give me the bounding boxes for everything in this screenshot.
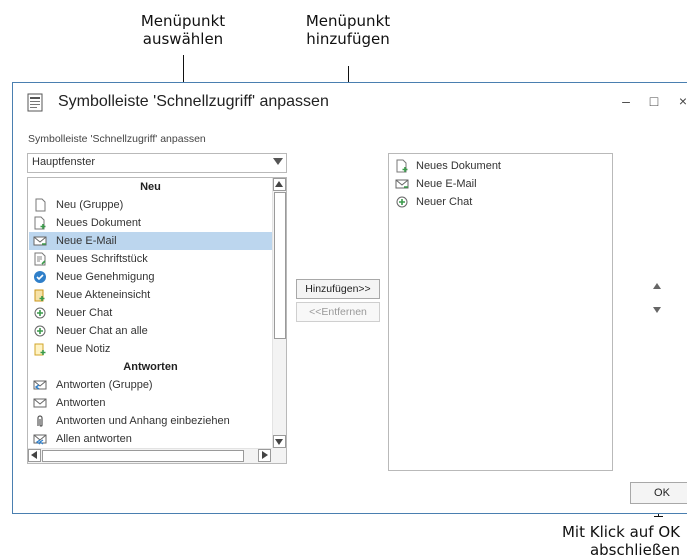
list-item-selected[interactable]: Neue E-Mail (29, 232, 272, 250)
chevron-down-icon[interactable] (273, 158, 283, 165)
list-item-label: Neues Dokument (416, 160, 501, 172)
list-item-label: Allen antworten (56, 433, 132, 445)
chat-icon (34, 325, 46, 337)
add-button[interactable]: Hinzufügen>> (296, 279, 380, 299)
list-item[interactable]: Antworten (29, 394, 272, 412)
list-item-label: Neuer Chat an alle (56, 325, 148, 337)
callout-ok-line1: Mit Klick auf OK (561, 523, 680, 541)
window-select-value: Hauptfenster (32, 156, 95, 168)
scroll-thumb-horizontal[interactable] (42, 450, 244, 462)
group-header-new: Neu (140, 181, 161, 193)
scroll-left-button[interactable] (28, 449, 41, 462)
callout-ok: Mit Klick auf OK abschließen (520, 523, 680, 559)
group-header-reply: Antworten (123, 361, 178, 373)
remove-button[interactable]: <<Entfernen (296, 302, 380, 322)
scrollbar-corner (272, 448, 286, 463)
list-item[interactable]: Neu (Gruppe) (29, 196, 272, 214)
email-icon (395, 179, 409, 189)
close-button[interactable]: × (673, 91, 687, 111)
window-select[interactable]: Hauptfenster (27, 153, 287, 173)
scroll-down-button[interactable] (273, 435, 286, 448)
list-item-label: Neu (Gruppe) (56, 199, 124, 211)
list-item[interactable]: Neues Schriftstück (29, 250, 272, 268)
chat-icon (34, 307, 46, 319)
triangle-left-icon (31, 451, 37, 459)
ok-button[interactable]: OK (630, 482, 687, 504)
callout-select: Menüpunkt auswählen (118, 12, 248, 48)
dialog-title: Symbolleiste 'Schnellzugriff' anpassen (58, 93, 329, 110)
note-icon (34, 343, 46, 356)
move-up-icon[interactable] (653, 283, 661, 289)
callout-select-line1: Menüpunkt (140, 12, 226, 30)
reply-icon (33, 398, 47, 408)
reply-icon (33, 380, 47, 390)
list-item[interactable]: Neue Akteneinsicht (29, 286, 272, 304)
list-item[interactable]: Antworten und Anhang einbeziehen (29, 412, 272, 430)
list-item[interactable]: Neuer Chat (29, 304, 272, 322)
list-item-label: Neue Genehmigung (56, 271, 155, 283)
list-item-label: Neuer Chat (416, 196, 473, 208)
new-document-icon (396, 159, 408, 173)
available-commands-list[interactable]: Neu Neu (Gruppe) Neues Dokument Neue E-M… (27, 177, 287, 464)
toolbar-doc-icon (27, 93, 43, 112)
maximize-button[interactable]: □ (644, 91, 664, 111)
vertical-scrollbar[interactable] (272, 178, 286, 448)
list-item[interactable]: Antworten (Gruppe) (29, 376, 272, 394)
triangle-right-icon (262, 451, 268, 459)
triangle-down-icon (275, 439, 283, 445)
customize-toolbar-dialog: Symbolleiste 'Schnellzugriff' anpassen –… (12, 82, 687, 514)
list-item-label: Neuer Chat (56, 307, 113, 319)
list-item-label: Neue Akteneinsicht (56, 289, 151, 301)
chat-icon (396, 196, 408, 208)
scroll-right-button[interactable] (258, 449, 271, 462)
list-item[interactable]: Neuer Chat an alle (29, 322, 272, 340)
reply-all-icon (33, 434, 47, 445)
list-item-label: Antworten (56, 397, 106, 409)
list-item[interactable]: Allen antworten (29, 430, 272, 448)
triangle-up-icon (275, 181, 283, 187)
writing-icon (34, 252, 46, 266)
callout-add-line1: Menüpunkt (305, 12, 391, 30)
list-item-label: Antworten (Gruppe) (56, 379, 153, 391)
dialog-subtitle: Symbolleiste 'Schnellzugriff' anpassen (28, 133, 206, 145)
move-down-icon[interactable] (653, 307, 661, 313)
list-item-label: Antworten und Anhang einbeziehen (56, 415, 230, 427)
blank-doc-icon (35, 198, 46, 212)
list-item[interactable]: Neue Genehmigung (29, 268, 272, 286)
paperclip-icon (37, 415, 43, 427)
email-icon (33, 236, 47, 246)
callout-add-line2: hinzufügen (306, 30, 390, 48)
callout-add: Menüpunkt hinzufügen (283, 12, 413, 48)
callout-select-line2: auswählen (142, 30, 224, 48)
toolbar-commands-list[interactable]: Neues Dokument Neue E-Mail Neuer Chat (388, 153, 613, 471)
scroll-thumb-vertical[interactable] (274, 192, 286, 339)
minimize-button[interactable]: – (616, 91, 636, 111)
callout-ok-pointer-foot (654, 516, 663, 517)
list-item-label: Neues Schriftstück (56, 253, 148, 265)
file-view-icon (34, 289, 45, 302)
callout-ok-line2: abschließen (589, 541, 680, 559)
approval-icon (34, 271, 46, 283)
list-item[interactable]: Neues Dokument (29, 214, 272, 232)
list-item-label: Neue E-Mail (416, 178, 477, 190)
list-item[interactable]: Neue Notiz (29, 340, 272, 358)
scroll-up-button[interactable] (273, 178, 286, 191)
new-document-icon (34, 216, 46, 230)
list-item-label: Neues Dokument (56, 217, 141, 229)
horizontal-scrollbar[interactable] (28, 448, 272, 463)
list-item-label: Neue Notiz (56, 343, 111, 355)
list-item-label: Neue E-Mail (56, 235, 117, 247)
